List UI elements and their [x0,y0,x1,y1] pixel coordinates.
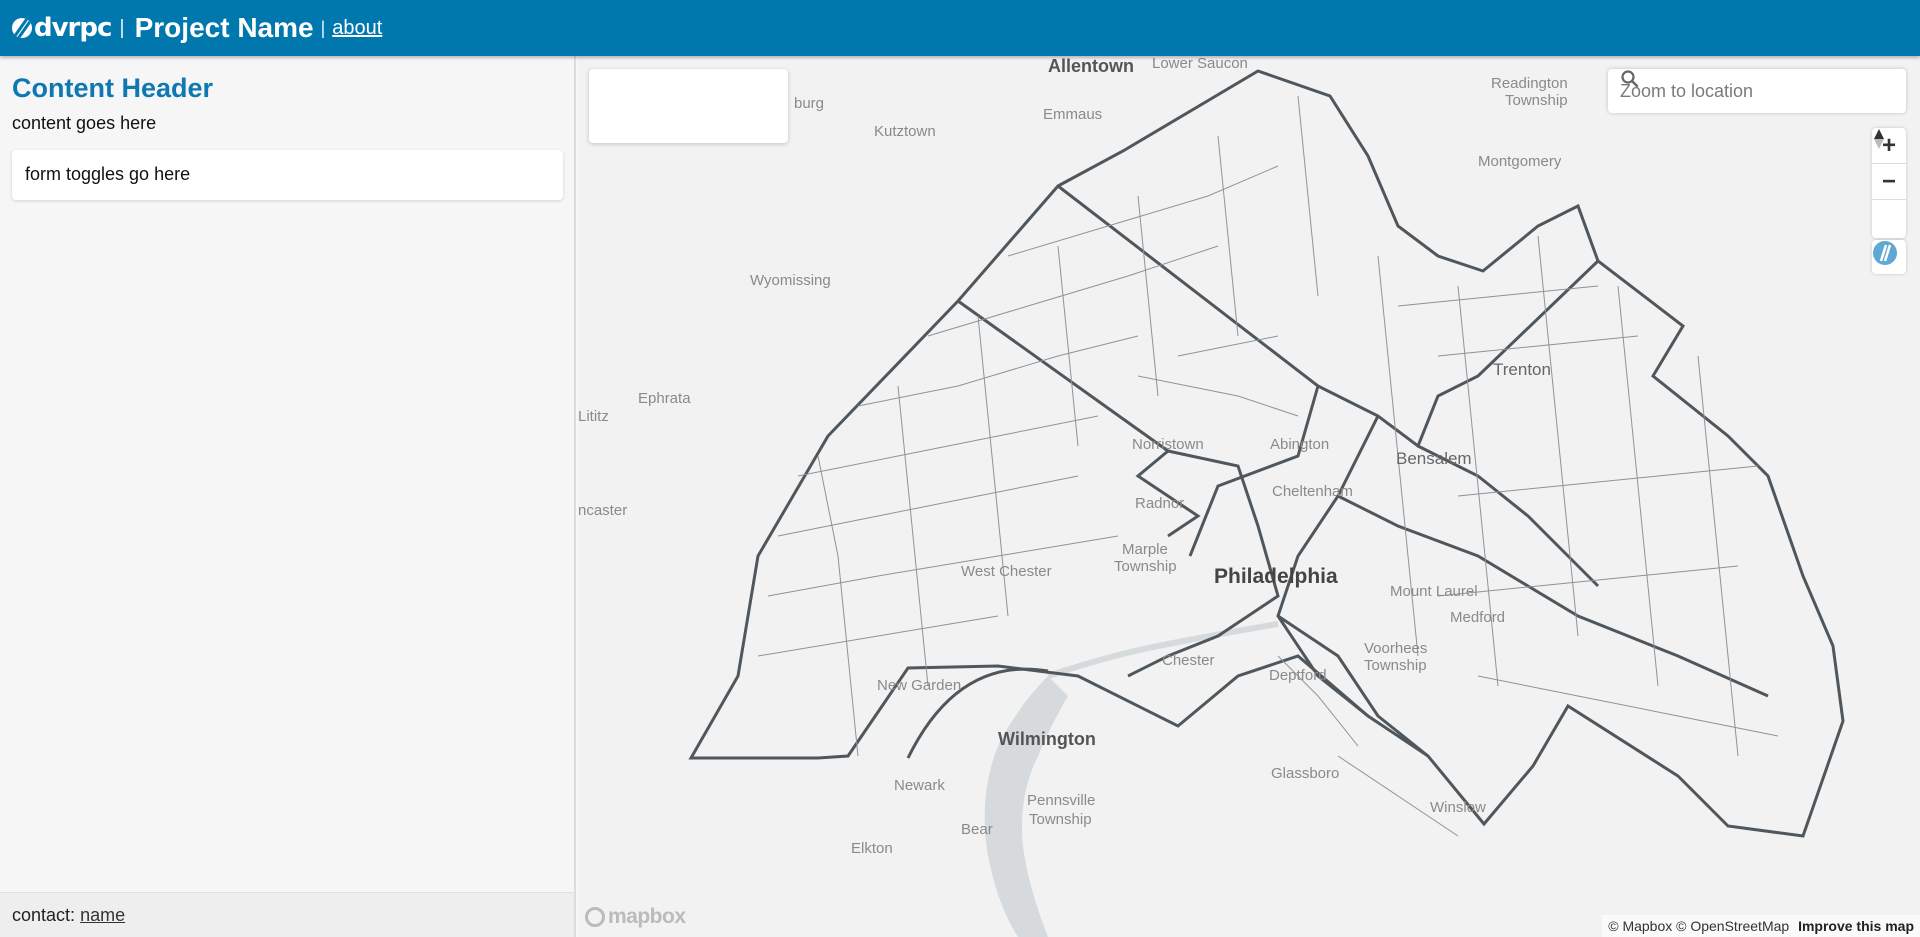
place-label: Radnor [1135,495,1185,512]
place-label: Elkton [851,840,893,857]
place-label: Township [1029,811,1092,828]
compass-icon [1874,129,1884,149]
app-header: dvrpc | Project Name | about [0,0,1920,56]
region-outline [688,69,1845,838]
geolocate-button[interactable] [1872,240,1906,274]
place-label: Philadelphia [1214,565,1338,588]
place-label: Lower Saucon [1152,56,1248,72]
dvrpc-logo-icon [12,18,32,38]
place-label: Winslow [1430,799,1486,816]
place-label: burg [794,95,825,112]
zoom-out-button[interactable]: − [1872,164,1906,200]
place-label: Wilmington [998,729,1096,749]
map-canvas[interactable] [578,56,1920,937]
header-separator-2: | [320,17,326,38]
place-label: Pennsville [1027,792,1096,809]
header-separator: | [119,16,125,39]
place-label: Lititz [578,408,609,425]
contact-name-link[interactable]: name [80,905,125,925]
improve-map-link[interactable]: Improve this map [1798,918,1914,934]
geocoder[interactable] [1608,69,1906,113]
zoom-to-location-input[interactable] [1618,79,1862,103]
dvrpc-extent-icon [1873,241,1897,265]
dvrpc-logo[interactable]: dvrpc [12,13,112,43]
place-label: Township [1364,657,1427,674]
place-label: Medford [1450,609,1506,626]
form-toggles-box[interactable]: form toggles go here [12,150,563,200]
place-label: Mount Laurel [1390,583,1478,600]
mapbox-logo[interactable]: mapbox [585,905,686,929]
place-label: Norristown [1132,436,1204,453]
place-label: Abington [1270,436,1330,453]
place-label: Glassboro [1271,765,1340,782]
place-label: Montgomery [1478,153,1562,170]
place-label: Emmaus [1043,106,1103,123]
place-label: Allentown [1048,56,1134,76]
mapbox-logo-text: mapbox [608,905,686,928]
county-line-7 [1277,614,1429,758]
place-label: Chester [1162,652,1215,669]
about-link[interactable]: about [332,17,382,40]
place-label: Newark [894,777,945,794]
compass-button[interactable] [1872,129,1906,236]
place-label: Marple [1122,541,1168,558]
mapbox-attribution-link[interactable]: © Mapbox [1608,918,1672,934]
place-label: West Chester [961,563,1052,580]
place-label: New Garden [877,677,962,694]
place-label: Readington [1491,75,1568,92]
map-attribution: © Mapbox © OpenStreetMap Improve this ma… [1602,915,1920,937]
content-text: content goes here [12,113,157,133]
place-label: Township [1505,92,1568,109]
place-label: Wyomissing [750,272,831,289]
place-label: Ephrata [638,390,691,407]
place-label: ncaster [578,502,628,519]
place-label: Trenton [1493,360,1551,379]
map[interactable]: Allentown Lower Saucon Emmaus Kutztown b… [578,56,1920,937]
place-label: Kutztown [874,123,936,140]
place-label: Deptford [1269,667,1327,684]
navigation-control: + − [1872,128,1906,238]
contact-label: contact: [12,905,76,925]
place-label: Voorhees [1364,640,1428,657]
place-label: Bensalem [1396,449,1472,468]
form-toggles-text: form toggles go here [25,164,191,184]
place-label: Township [1114,558,1177,575]
sidebar-footer: contact: name [0,892,574,937]
place-label: Cheltenham [1272,483,1353,500]
county-line-2 [1057,184,1320,557]
project-name: Project Name [134,12,314,43]
search-icon [1621,70,1639,88]
osm-attribution-link[interactable]: © OpenStreetMap [1676,918,1789,934]
content-header: Content Header [12,73,214,103]
mapbox-logo-icon [585,907,605,927]
sidebar: Content Header content goes here form to… [0,56,576,937]
logo-text: dvrpc [34,13,112,43]
legend-box [589,69,788,143]
place-label: Bear [961,821,993,838]
